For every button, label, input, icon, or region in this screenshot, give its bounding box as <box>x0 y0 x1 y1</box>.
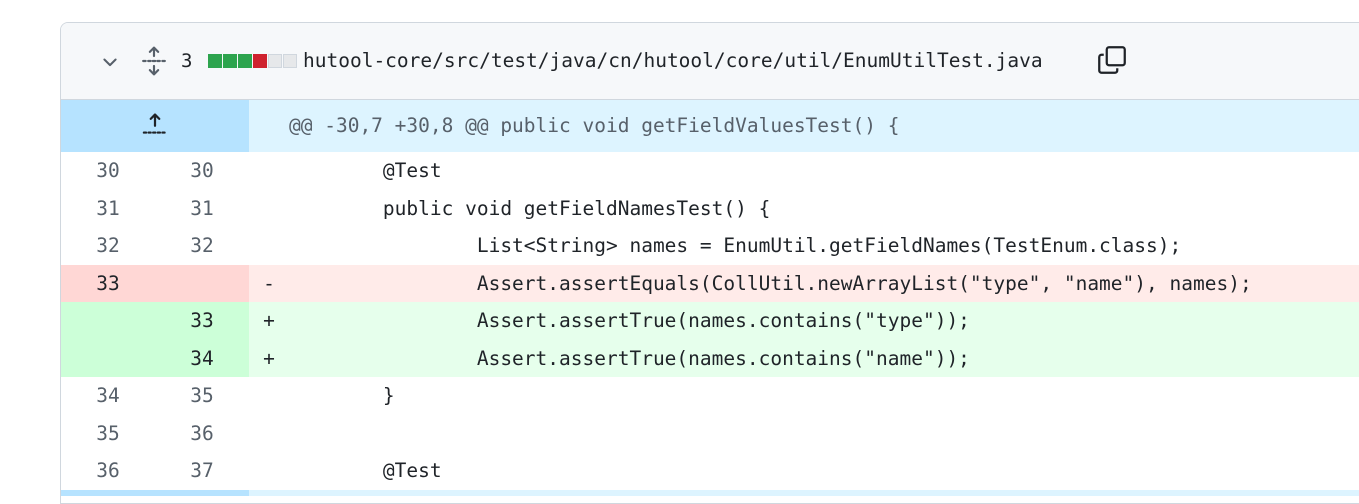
old-line-number[interactable]: 36 <box>61 452 155 490</box>
diff-line-add: 33 + Assert.assertTrue(names.contains("ty… <box>61 302 1359 340</box>
new-line-number[interactable]: 35 <box>155 377 249 415</box>
diffstat-bar <box>208 54 297 68</box>
diff-marker <box>249 377 289 415</box>
diffstat-square <box>223 54 237 68</box>
old-line-number[interactable]: 33 <box>61 264 155 302</box>
new-line-number[interactable]: 33 <box>155 302 249 340</box>
code-text: @Test <box>289 459 442 482</box>
diff-marker: - <box>249 264 289 302</box>
change-count: 3 <box>181 50 193 72</box>
new-line-number[interactable]: 31 <box>155 190 249 228</box>
diff-file-card: 3 hutool-core/src/test/java/cn/hutool/co… <box>60 22 1359 504</box>
diff-marker <box>249 152 289 190</box>
new-line-number[interactable] <box>155 264 249 302</box>
diffstat-square <box>208 54 222 68</box>
diff-lines: 30 30 @Test 31 31 public void getFieldNames… <box>61 152 1359 490</box>
hunk-footer-strip <box>61 490 1359 496</box>
unfold-icon[interactable] <box>139 45 169 77</box>
diff-marker <box>249 452 289 490</box>
diff-marker: + <box>249 302 289 340</box>
code-text: } <box>289 384 395 407</box>
code-text: Assert.assertTrue(names.contains("name")… <box>289 339 1359 377</box>
new-line-number[interactable]: 30 <box>155 152 249 190</box>
chevron-down-icon[interactable] <box>95 49 125 75</box>
new-line-number[interactable]: 36 <box>155 415 249 453</box>
old-line-number[interactable]: 35 <box>61 415 155 453</box>
new-line-number[interactable]: 37 <box>155 452 249 490</box>
diff-marker: + <box>249 339 289 377</box>
old-line-number[interactable]: 30 <box>61 152 155 190</box>
new-line-number[interactable]: 34 <box>155 339 249 377</box>
diff-line-context: 34 35 } <box>61 377 1359 415</box>
code-text: List<String> names = EnumUtil.getFieldNa… <box>289 234 1182 257</box>
diff-line-context: 32 32 List<String> names = EnumUtil.getFi… <box>61 227 1359 265</box>
copy-icon[interactable] <box>1095 43 1129 77</box>
hunk-header-row: @@ -30,7 +30,8 @@ public void getFieldVa… <box>61 100 1359 152</box>
code-text: Assert.assertTrue(names.contains("type")… <box>289 302 1359 340</box>
hunk-header-text: @@ -30,7 +30,8 @@ public void getFieldVa… <box>249 100 1359 152</box>
file-header: 3 hutool-core/src/test/java/cn/hutool/co… <box>61 23 1359 100</box>
diff-line-context: 36 37 @Test <box>61 452 1359 490</box>
diff-line-add: 34 + Assert.assertTrue(names.contains("na… <box>61 339 1359 377</box>
diff-marker <box>249 227 289 265</box>
diffstat-square <box>268 54 282 68</box>
diff-line-context: 30 30 @Test <box>61 152 1359 190</box>
old-line-number[interactable] <box>61 302 155 340</box>
old-line-number[interactable]: 31 <box>61 190 155 228</box>
code-text: @Test <box>289 159 442 182</box>
expand-up-button[interactable] <box>61 100 249 152</box>
diff-line-del: 33 - Assert.assertEquals(CollUtil.newArra… <box>61 264 1359 302</box>
old-line-number[interactable]: 32 <box>61 227 155 265</box>
old-line-number[interactable] <box>61 339 155 377</box>
fold-up-icon <box>141 112 169 140</box>
new-line-number[interactable]: 32 <box>155 227 249 265</box>
diff-marker <box>249 415 289 453</box>
file-path-link[interactable]: hutool-core/src/test/java/cn/hutool/core… <box>303 48 1043 74</box>
old-line-number[interactable]: 34 <box>61 377 155 415</box>
diff-line-context: 35 36 <box>61 415 1359 453</box>
diff-line-context: 31 31 public void getFieldNamesTest() { <box>61 190 1359 228</box>
diffstat-square <box>253 54 267 68</box>
diff-marker <box>249 190 289 228</box>
diffstat-square <box>283 54 297 68</box>
diffstat-square <box>238 54 252 68</box>
code-text: Assert.assertEquals(CollUtil.newArrayLis… <box>289 264 1359 302</box>
code-text: public void getFieldNamesTest() { <box>289 196 771 220</box>
